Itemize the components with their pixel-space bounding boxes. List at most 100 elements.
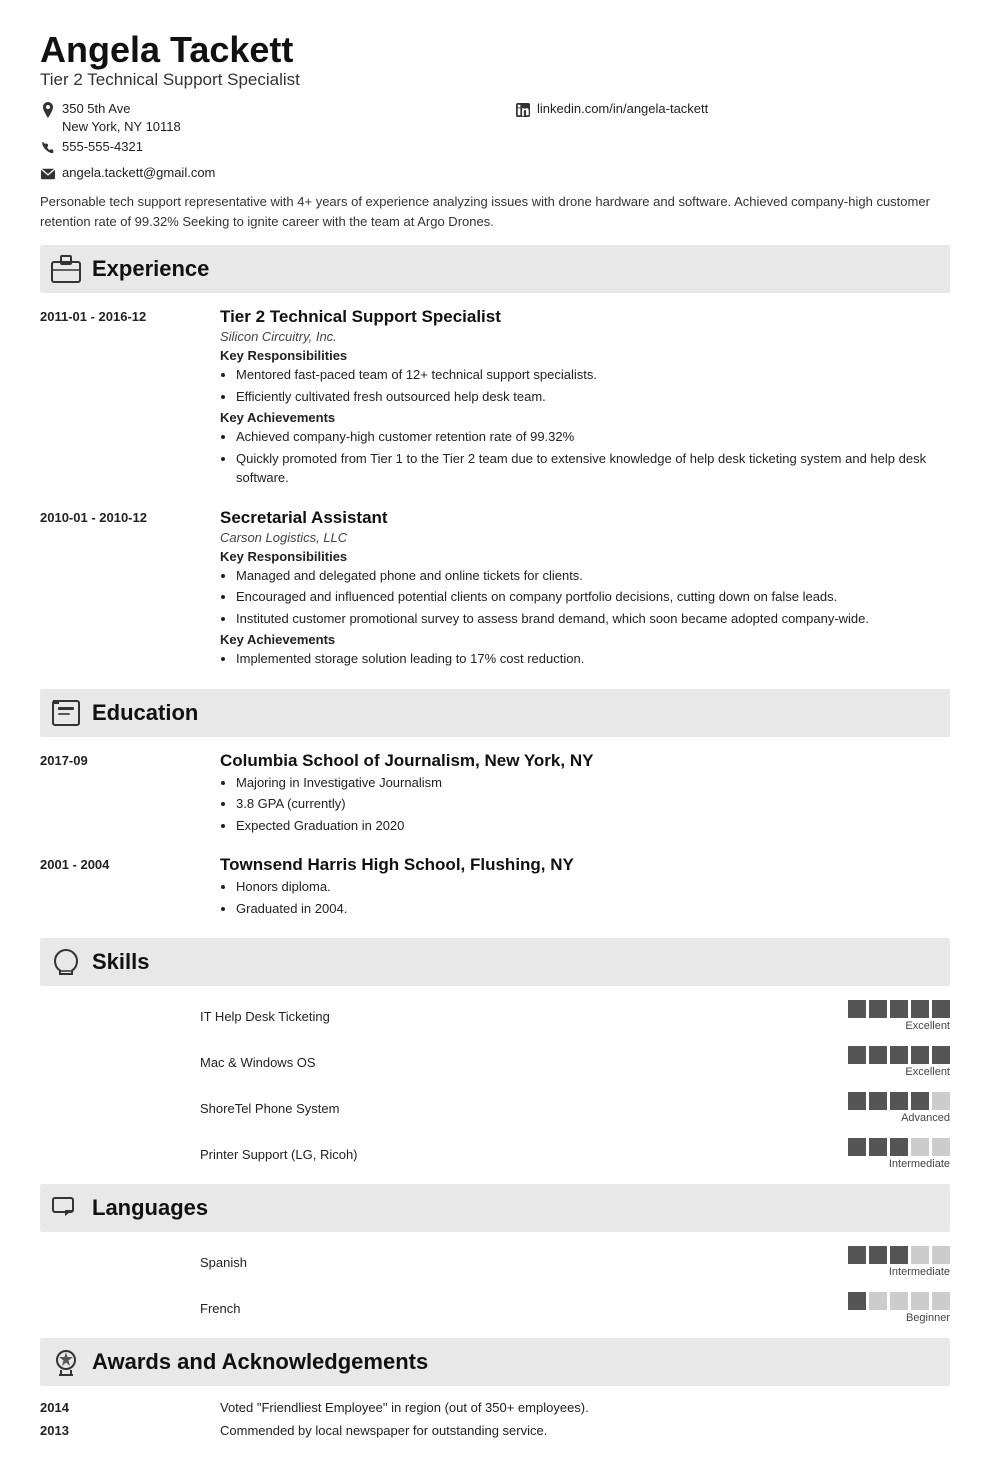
language-row: Spanish Intermediate	[40, 1246, 950, 1278]
skill-name: ShoreTel Phone System	[200, 1101, 575, 1116]
language-level-label: Intermediate	[889, 1266, 950, 1278]
address-line2: New York, NY 10118	[62, 118, 181, 136]
edu-body: Townsend Harris High School, Flushing, N…	[220, 855, 950, 920]
responsibility-item: Encouraged and influenced potential clie…	[236, 587, 950, 607]
lang-bar-block	[932, 1292, 950, 1310]
skill-bar-block	[869, 1138, 887, 1156]
skill-bars	[848, 1000, 950, 1018]
company-name: Carson Logistics, LLC	[220, 530, 950, 545]
job-title: Tier 2 Technical Support Specialist	[220, 307, 950, 327]
awards-icon	[50, 1346, 82, 1378]
edu-bullet: Majoring in Investigative Journalism	[236, 773, 950, 793]
lang-bar-block	[890, 1292, 908, 1310]
skills-icon	[50, 946, 82, 978]
edu-bullets-list: Honors diploma.Graduated in 2004.	[220, 877, 950, 918]
skill-bars	[848, 1046, 950, 1064]
phone-number: 555-555-4321	[62, 138, 143, 156]
experience-entry: 2011-01 - 2016-12 Tier 2 Technical Suppo…	[40, 307, 950, 490]
achievement-item: Implemented storage solution leading to …	[236, 649, 950, 669]
entry-dates: 2010-01 - 2010-12	[40, 508, 200, 671]
skills-list: IT Help Desk Ticketing Excellent Mac & W…	[40, 1000, 950, 1170]
skill-name: IT Help Desk Ticketing	[200, 1009, 575, 1024]
skill-level-label: Intermediate	[889, 1158, 950, 1170]
award-description: Commended by local newspaper for outstan…	[220, 1423, 950, 1438]
skill-bar-block	[911, 1000, 929, 1018]
address-item: 350 5th Ave New York, NY 10118	[40, 100, 475, 136]
award-entry: 2013 Commended by local newspaper for ou…	[40, 1423, 950, 1438]
job-title: Secretarial Assistant	[220, 508, 950, 528]
education-section-header: Education	[40, 689, 950, 737]
award-description: Voted "Friendliest Employee" in region (…	[220, 1400, 950, 1415]
awards-section-header: Awards and Acknowledgements	[40, 1338, 950, 1386]
skill-bar-block	[932, 1138, 950, 1156]
skill-bar-block	[932, 1046, 950, 1064]
award-year: 2013	[40, 1423, 200, 1438]
edu-dates: 2017-09	[40, 751, 200, 838]
responsibility-item: Managed and delegated phone and online t…	[236, 566, 950, 586]
edu-bullet: 3.8 GPA (currently)	[236, 794, 950, 814]
skill-bar-block	[890, 1046, 908, 1064]
languages-title: Languages	[92, 1195, 208, 1221]
location-icon	[40, 102, 56, 118]
edu-bullet: Honors diploma.	[236, 877, 950, 897]
responsibilities-list: Mentored fast-paced team of 12+ technica…	[220, 365, 950, 406]
responsibility-item: Instituted customer promotional survey t…	[236, 609, 950, 629]
phone-item: 555-555-4321	[40, 138, 475, 156]
skill-bar-block	[932, 1000, 950, 1018]
language-rating: Intermediate	[575, 1246, 950, 1278]
skill-row: Mac & Windows OS Excellent	[40, 1046, 950, 1078]
skill-bar-block	[848, 1000, 866, 1018]
responsibilities-list: Managed and delegated phone and online t…	[220, 566, 950, 629]
email-address: angela.tackett@gmail.com	[62, 164, 215, 182]
skill-bar-block	[848, 1138, 866, 1156]
skill-bars	[848, 1138, 950, 1156]
phone-icon	[40, 140, 56, 156]
address-line1: 350 5th Ave	[62, 100, 181, 118]
skill-rating: Excellent	[575, 1046, 950, 1078]
education-list: 2017-09 Columbia School of Journalism, N…	[40, 751, 950, 921]
languages-icon	[50, 1192, 82, 1224]
language-name: French	[200, 1301, 575, 1316]
skill-name: Printer Support (LG, Ricoh)	[200, 1147, 575, 1162]
skill-rating: Intermediate	[575, 1138, 950, 1170]
languages-list: Spanish Intermediate French Beginner	[40, 1246, 950, 1324]
candidate-name: Angela Tackett	[40, 30, 950, 70]
edu-institution: Townsend Harris High School, Flushing, N…	[220, 855, 950, 875]
lang-bar-block	[911, 1292, 929, 1310]
lang-bar-block	[848, 1292, 866, 1310]
skill-row: IT Help Desk Ticketing Excellent	[40, 1000, 950, 1032]
education-icon	[50, 697, 82, 729]
linkedin-url: linkedin.com/in/angela-tackett	[537, 100, 708, 118]
skill-bar-block	[869, 1092, 887, 1110]
edu-bullet: Expected Graduation in 2020	[236, 816, 950, 836]
skill-bar-block	[932, 1092, 950, 1110]
skill-bars	[848, 1092, 950, 1110]
resume-header: Angela Tackett Tier 2 Technical Support …	[40, 30, 950, 231]
edu-body: Columbia School of Journalism, New York,…	[220, 751, 950, 838]
skill-level-label: Excellent	[905, 1066, 950, 1078]
skill-bar-block	[848, 1046, 866, 1064]
languages-section-header: Languages	[40, 1184, 950, 1232]
experience-section-header: Experience	[40, 245, 950, 293]
skill-bar-block	[890, 1000, 908, 1018]
responsibilities-label: Key Responsibilities	[220, 549, 950, 564]
contact-info: 350 5th Ave New York, NY 10118 linkedin.…	[40, 100, 950, 157]
award-entry: 2014 Voted "Friendliest Employee" in reg…	[40, 1400, 950, 1415]
company-name: Silicon Circuitry, Inc.	[220, 329, 950, 344]
lang-bar-block	[869, 1292, 887, 1310]
language-level-label: Beginner	[906, 1312, 950, 1324]
education-entry: 2017-09 Columbia School of Journalism, N…	[40, 751, 950, 838]
skill-bar-block	[911, 1138, 929, 1156]
skill-bar-block	[890, 1138, 908, 1156]
entry-body: Secretarial Assistant Carson Logistics, …	[220, 508, 950, 671]
language-name: Spanish	[200, 1255, 575, 1270]
experience-list: 2011-01 - 2016-12 Tier 2 Technical Suppo…	[40, 307, 950, 671]
education-title: Education	[92, 700, 198, 726]
achievements-label: Key Achievements	[220, 632, 950, 647]
skill-rating: Excellent	[575, 1000, 950, 1032]
edu-bullet: Graduated in 2004.	[236, 899, 950, 919]
edu-institution: Columbia School of Journalism, New York,…	[220, 751, 950, 771]
skill-bar-block	[848, 1092, 866, 1110]
lang-bar-block	[869, 1246, 887, 1264]
skill-row: Printer Support (LG, Ricoh) Intermediate	[40, 1138, 950, 1170]
